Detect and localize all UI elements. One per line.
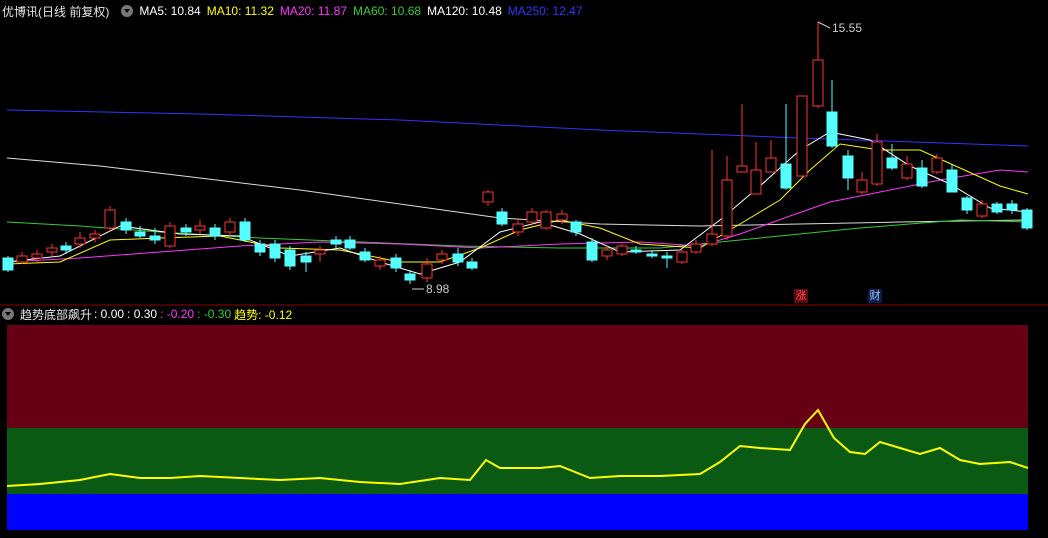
candlestick [496,208,508,226]
candlesticks [2,22,1033,284]
candlestick [74,232,86,248]
indicator-val-3: : -0.20 [160,307,195,321]
zhang-badge[interactable]: 涨 [794,289,808,303]
candlestick [676,250,688,264]
candlestick [330,236,342,248]
candlestick [120,218,132,234]
low-marker: 8.98 [412,282,450,296]
candlestick [1006,200,1018,214]
candlestick [586,238,598,262]
indicator-val-1: : 0.00 [94,307,125,321]
candlestick [750,142,762,195]
candlestick [721,156,733,240]
price-chart: 15.55 8.98 [0,21,1048,530]
high-marker: 15.55 [817,21,862,35]
candlestick [630,246,642,254]
candlestick [239,218,251,242]
indicator-name: 趋势底部飙升 [20,307,93,322]
ma250-line [6,109,1029,147]
indicator-val-4: : -0.30 [197,307,232,321]
candlestick [2,256,14,272]
candlestick [616,244,628,256]
candlestick [104,206,116,232]
cai-badge[interactable]: 财 [868,289,882,303]
candlestick [991,202,1003,214]
candlestick [512,218,524,236]
candlestick [931,154,943,174]
candlestick [690,240,702,254]
candlestick [976,200,988,218]
indicator-band-bottom [7,494,1028,530]
candlestick [661,252,673,268]
candlestick [390,254,402,272]
candlestick [466,258,478,270]
candlestick [540,210,552,230]
indicator-val-5: 趋势: -0.12 [234,307,293,322]
candlestick [269,240,281,262]
candlestick [374,256,386,270]
indicator-header: 趋势底部飙升 : 0.00 : 0.30 : -0.20 : -0.30 趋势:… [2,304,298,324]
candlestick [46,244,58,256]
candlestick [812,22,824,108]
candlestick [916,160,928,188]
candlestick [901,156,913,180]
candlestick [300,252,312,272]
candlestick [706,150,718,246]
ma-lines [6,109,1029,275]
candlestick [796,95,808,178]
candlestick [16,252,28,264]
candlestick [209,224,221,240]
candlestick [961,196,973,214]
candlestick [780,104,792,190]
candlestick [314,246,326,262]
candlestick [224,218,236,236]
candlestick [344,236,356,250]
bottom-status-strip [0,530,1048,538]
candlestick [765,140,777,173]
indicator-dropdown-icon[interactable] [2,308,14,320]
candlestick [871,134,883,186]
indicator-val-2: : 0.30 [127,307,158,321]
candlestick [1021,208,1033,230]
high-price-label: 15.55 [832,21,862,35]
candlestick [946,164,958,193]
low-price-label: 8.98 [426,282,450,296]
candlestick [359,248,371,262]
candlestick [482,190,494,206]
candlestick [164,222,176,248]
candlestick [736,104,748,173]
candlestick [856,172,868,194]
candlestick [284,246,296,270]
candlestick [194,220,206,234]
indicator-band-mid [7,428,1028,494]
indicator-band-top [7,325,1028,428]
candlestick [826,80,838,148]
candlestick [60,242,72,254]
candlestick [842,150,854,190]
